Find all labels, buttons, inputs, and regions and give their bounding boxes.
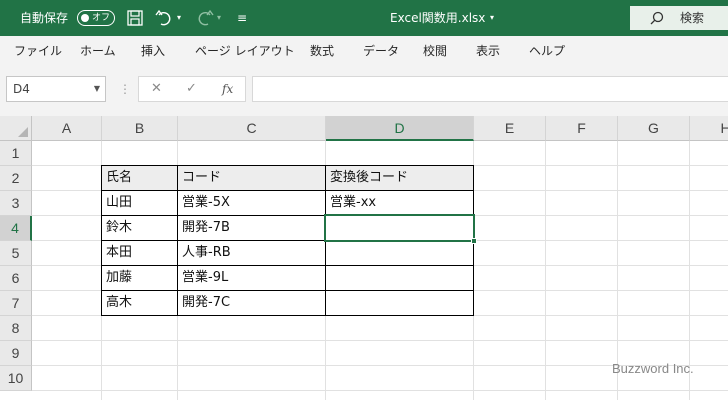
column-header-g[interactable]: G <box>618 116 690 141</box>
tab-data[interactable]: データ <box>363 36 399 66</box>
save-icon[interactable] <box>126 9 144 27</box>
column-header-e[interactable]: E <box>474 116 546 141</box>
active-cell-selection[interactable] <box>324 214 475 242</box>
cell-b3[interactable]: 山田 <box>102 191 132 215</box>
table-border <box>101 315 474 316</box>
formula-buttons: ✕ ✓ fx <box>138 76 246 102</box>
column-header-b[interactable]: B <box>102 116 178 141</box>
gridline <box>545 141 546 400</box>
tab-home[interactable]: ホーム <box>80 36 116 66</box>
cell-b4[interactable]: 鈴木 <box>102 216 132 240</box>
cell-d2[interactable]: 変換後コード <box>326 166 408 190</box>
enter-icon[interactable]: ✓ <box>186 77 197 101</box>
file-name: Excel関数用.xlsx <box>390 11 486 25</box>
row-header-10[interactable]: 10 <box>0 366 32 391</box>
formula-bar: D4 ▼ ⋮ ✕ ✓ fx <box>0 66 728 116</box>
fill-handle[interactable] <box>471 238 477 244</box>
column-header-f[interactable]: F <box>546 116 618 141</box>
tab-view[interactable]: 表示 <box>476 36 500 66</box>
row-header-2[interactable]: 2 <box>0 166 32 191</box>
row-header-5[interactable]: 5 <box>0 241 32 266</box>
cell-d3[interactable]: 営業-xx <box>326 191 376 215</box>
gridline <box>32 340 728 341</box>
ribbon-tabs: ファイル ホーム 挿入 ページ レイアウト 数式 データ 校閲 表示 ヘルプ <box>0 36 728 66</box>
column-header-c[interactable]: C <box>178 116 326 141</box>
cell-b2[interactable]: 氏名 <box>102 166 132 190</box>
formula-bar-grip-icon[interactable]: ⋮ <box>119 76 131 102</box>
gridline <box>32 390 728 391</box>
row-header-8[interactable]: 8 <box>0 316 32 341</box>
row-header-9[interactable]: 9 <box>0 341 32 366</box>
cell-c3[interactable]: 営業-5X <box>178 191 230 215</box>
row-header-1[interactable]: 1 <box>0 141 32 166</box>
tab-page-layout[interactable]: ページ レイアウト <box>195 36 295 66</box>
name-box-value: D4 <box>13 82 30 96</box>
undo-icon[interactable] <box>155 9 173 27</box>
cell-b5[interactable]: 本田 <box>102 241 132 265</box>
cancel-icon[interactable]: ✕ <box>151 77 162 101</box>
cell-c2[interactable]: コード <box>178 166 221 190</box>
column-header-a[interactable]: A <box>32 116 102 141</box>
file-menu-chevron-icon[interactable]: ▾ <box>490 0 494 36</box>
row-header-6[interactable]: 6 <box>0 266 32 291</box>
cell-b7[interactable]: 高木 <box>102 291 132 315</box>
select-all-button[interactable] <box>0 116 32 141</box>
cell-c4[interactable]: 開発-7B <box>178 216 230 240</box>
table-header-fill <box>102 166 473 190</box>
autosave-label: 自動保存 <box>20 11 69 25</box>
search-box[interactable]: 検索 <box>630 6 728 30</box>
cell-b6[interactable]: 加藤 <box>102 266 132 290</box>
tab-formulas[interactable]: 数式 <box>310 36 334 66</box>
search-label: 検索 <box>680 11 705 25</box>
tab-help[interactable]: ヘルプ <box>529 36 565 66</box>
row-header-4[interactable]: 4 <box>0 216 32 241</box>
table-border <box>101 265 474 266</box>
insert-function-icon[interactable]: fx <box>222 77 233 101</box>
row-header-3[interactable]: 3 <box>0 191 32 216</box>
formula-input[interactable] <box>252 76 728 102</box>
watermark: Buzzword Inc. <box>612 361 694 376</box>
tab-file[interactable]: ファイル <box>14 36 62 66</box>
column-header-h[interactable]: H <box>690 116 728 141</box>
tab-review[interactable]: 校閲 <box>423 36 447 66</box>
cell-c6[interactable]: 営業-9L <box>178 266 228 290</box>
row-header-7[interactable]: 7 <box>0 291 32 316</box>
tab-insert[interactable]: 挿入 <box>141 36 165 66</box>
column-header-d[interactable]: D <box>326 116 474 141</box>
table-border <box>101 290 474 291</box>
table-border <box>101 165 474 166</box>
redo-dropdown-icon[interactable]: ▾ <box>217 0 221 36</box>
name-box-dropdown-icon[interactable]: ▼ <box>94 77 100 101</box>
toggle-knob <box>81 14 89 22</box>
autosave-toggle[interactable]: オフ <box>77 10 115 26</box>
select-all-triangle-icon <box>18 127 28 137</box>
title-bar: 自動保存 オフ ▾ ▾ ≡ Excel関数用.xlsx ▾ 検索 <box>0 0 728 36</box>
autosave-state: オフ <box>92 13 111 23</box>
name-box[interactable]: D4 ▼ <box>6 76 106 102</box>
customize-toolbar-icon[interactable]: ≡ <box>237 0 247 36</box>
undo-dropdown-icon[interactable]: ▾ <box>177 0 181 36</box>
redo-icon[interactable] <box>196 9 214 27</box>
search-icon <box>650 11 664 25</box>
cell-c7[interactable]: 開発-7C <box>178 291 230 315</box>
worksheet-grid: A B C D E F G H 1 2 3 4 5 6 7 8 9 10 氏名 … <box>0 116 728 400</box>
table-border <box>101 190 474 191</box>
cell-c5[interactable]: 人事-RB <box>178 241 231 265</box>
